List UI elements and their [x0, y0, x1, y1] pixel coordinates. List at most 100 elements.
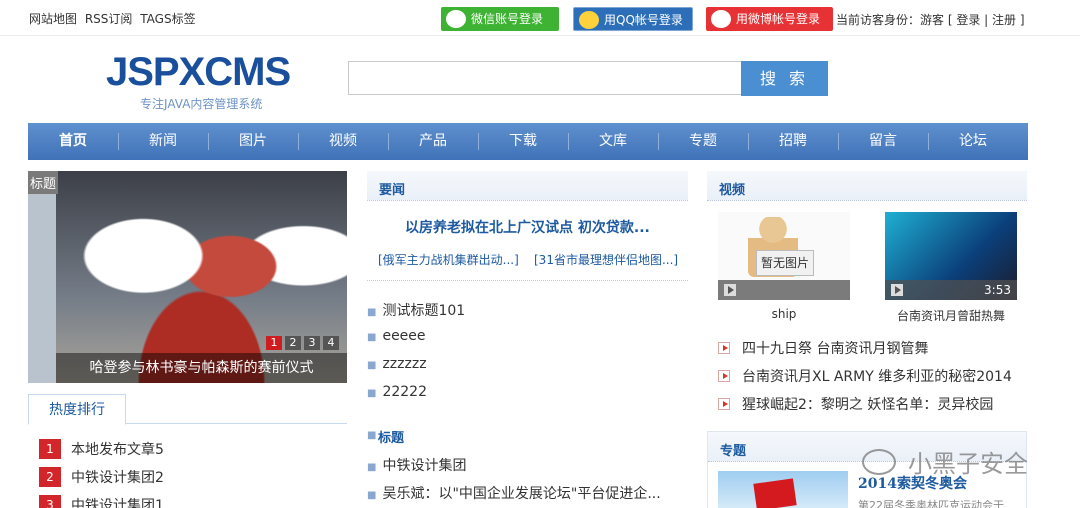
play-icon[interactable] — [891, 284, 903, 296]
play-icon[interactable] — [724, 284, 736, 296]
video-thumbnail[interactable]: 3:53 — [885, 212, 1017, 300]
register-link[interactable]: 注册 — [992, 13, 1016, 27]
list-item[interactable]: ■ zzzzzz — [367, 356, 427, 372]
list-item-title[interactable]: zzzzzz — [382, 356, 426, 372]
list-item[interactable]: ■ 22222 — [367, 384, 427, 400]
slideshow-pager: 1 2 3 4 — [266, 336, 339, 350]
wechat-login-button[interactable]: 微信账号登录 — [441, 7, 559, 31]
sub-headline-link[interactable]: [31省市最理想伴侣地图...] — [534, 251, 678, 268]
slideshow-caption[interactable]: 哈登参与林书豪与帕森斯的赛前仪式 — [56, 353, 347, 383]
rank-title[interactable]: 中铁设计集团2 — [71, 467, 164, 487]
nav-download[interactable]: 下载 — [478, 123, 568, 160]
arrow-right-icon — [718, 370, 730, 382]
nav-video[interactable]: 视频 — [298, 123, 388, 160]
wechat-login-label: 微信账号登录 — [471, 12, 544, 26]
thumb-bar: 3:53 — [885, 280, 1017, 300]
list-item-title[interactable]: 中铁设计集团 — [382, 458, 466, 474]
video-list-title[interactable]: 四十九日祭 台南资讯月钢管舞 — [742, 338, 928, 358]
slideshow-image[interactable] — [56, 171, 347, 383]
nav-home[interactable]: 首页 — [28, 123, 118, 160]
nav-forum[interactable]: 论坛 — [928, 123, 1018, 160]
video-section-title[interactable]: 视频 — [719, 179, 745, 198]
slide-page-1[interactable]: 1 — [266, 336, 282, 350]
rank-item[interactable]: 2 中铁设计集团2 — [39, 467, 339, 487]
slideshow-tag: 标题 — [28, 171, 59, 194]
video-caption[interactable]: ship — [714, 307, 854, 321]
slide-page-3[interactable]: 3 — [304, 336, 320, 350]
arrow-right-icon — [718, 342, 730, 354]
tab-hot-ranking[interactable]: 热度排行 — [28, 394, 126, 425]
weibo-login-button[interactable]: 用微博帐号登录 — [706, 7, 833, 31]
sub-headline-link[interactable]: [俄军主力战机集群出动...] — [378, 251, 519, 268]
sitemap-link[interactable]: 网站地图 — [29, 12, 77, 26]
flag-icon — [753, 478, 797, 508]
list-item-title[interactable]: 吴乐斌：以"中国企业发展论坛"平台促进企... — [382, 486, 660, 502]
rank-number: 1 — [39, 439, 61, 459]
nav-products[interactable]: 产品 — [388, 123, 478, 160]
list-item[interactable]: ■ 吴乐斌：以"中国企业发展论坛"平台促进企... — [367, 483, 661, 503]
search-button[interactable]: 搜 索 — [741, 61, 828, 96]
bullet-icon: ■ — [367, 332, 377, 343]
video-thumbnail[interactable]: 暂无图片 — [718, 212, 850, 300]
bullet-icon: ■ — [367, 430, 377, 441]
visitor-sep: | — [984, 13, 989, 27]
video-list-title[interactable]: 台南资讯月XL ARMY 维多利亚的秘密2014 — [742, 366, 1012, 386]
nav-jobs[interactable]: 招聘 — [748, 123, 838, 160]
video-caption[interactable]: 台南资讯月曾甜热舞 — [881, 307, 1021, 324]
topic-description: 第22届冬季奥林匹克运动会于 — [858, 499, 1004, 508]
list-item-title[interactable]: eeeee — [382, 328, 425, 344]
login-link[interactable]: 登录 — [956, 13, 980, 27]
search-input[interactable] — [348, 61, 742, 95]
divider — [367, 280, 688, 281]
video-list-item[interactable]: 猩球崛起2：黎明之 妖怪名单：灵异校园 — [718, 394, 993, 414]
main-nav: 首页 新闻 图片 视频 产品 下载 文库 专题 招聘 留言 论坛 — [28, 123, 1028, 160]
list-item-title[interactable]: 22222 — [382, 384, 427, 400]
video-list-title[interactable]: 猩球崛起2：黎明之 妖怪名单：灵异校园 — [742, 394, 993, 414]
section-title-biaoti[interactable]: 标题 — [378, 427, 404, 446]
bullet-icon: ■ — [367, 490, 377, 501]
rank-item[interactable]: 3 中铁设计集团1 — [39, 495, 339, 508]
video-duration: 3:53 — [984, 283, 1011, 297]
nav-news[interactable]: 新闻 — [118, 123, 208, 160]
list-item-title[interactable]: 测试标题101 — [382, 303, 465, 319]
hot-ranking-header: 热度排行 — [28, 394, 347, 425]
arrow-right-icon — [718, 398, 730, 410]
nav-library[interactable]: 文库 — [568, 123, 658, 160]
list-item[interactable]: ■ 测试标题101 — [367, 300, 465, 320]
visitor-status: 当前访客身份：游客 [ 登录 | 注册 ] — [836, 11, 1025, 28]
thumb-bar — [718, 280, 850, 300]
headline-link[interactable]: 以房养老拟在北上广汉试点 初次贷款... — [405, 217, 650, 237]
bullet-icon: ■ — [367, 307, 377, 318]
weibo-icon — [711, 10, 731, 28]
video-list-item[interactable]: 台南资讯月XL ARMY 维多利亚的秘密2014 — [718, 366, 1012, 386]
wechat-watermark-icon — [862, 448, 896, 475]
rank-number: 3 — [39, 495, 61, 508]
topic-section-title[interactable]: 专题 — [720, 440, 746, 459]
list-item[interactable]: ■ eeeee — [367, 328, 426, 344]
watermark-text: 小黑子安全 — [908, 450, 1028, 478]
rank-item[interactable]: 1 本地发布文章5 — [39, 439, 339, 459]
video-list-item[interactable]: 四十九日祭 台南资讯月钢管舞 — [718, 338, 928, 358]
news-section-title[interactable]: 要闻 — [379, 179, 405, 198]
rank-title[interactable]: 中铁设计集团1 — [71, 495, 164, 508]
site-logo[interactable]: JSPXCMS — [106, 50, 291, 95]
visitor-suffix: ] — [1019, 13, 1025, 27]
slide-page-4[interactable]: 4 — [323, 336, 339, 350]
list-item[interactable]: ■ 中铁设计集团 — [367, 455, 466, 475]
slide-page-2[interactable]: 2 — [285, 336, 301, 350]
top-links: 网站地图 RSS订阅 TAGS标签 — [29, 10, 200, 27]
qq-icon — [579, 11, 599, 29]
bullet-icon: ■ — [367, 360, 377, 371]
rss-link[interactable]: RSS订阅 — [85, 12, 133, 26]
rank-title[interactable]: 本地发布文章5 — [71, 439, 164, 459]
tags-link[interactable]: TAGS标签 — [140, 12, 195, 26]
qq-login-button[interactable]: 用QQ帐号登录 — [573, 7, 693, 31]
nav-guestbook[interactable]: 留言 — [838, 123, 928, 160]
slideshow[interactable]: 标题 哈登参与林书豪与帕森斯的赛前仪式 1 2 3 4 — [28, 171, 347, 383]
nav-images[interactable]: 图片 — [208, 123, 298, 160]
bullet-icon: ■ — [367, 462, 377, 473]
video-section-header: 视频 — [707, 171, 1027, 201]
qq-login-label: 用QQ帐号登录 — [604, 13, 683, 27]
wechat-icon — [446, 10, 466, 28]
nav-topics[interactable]: 专题 — [658, 123, 748, 160]
